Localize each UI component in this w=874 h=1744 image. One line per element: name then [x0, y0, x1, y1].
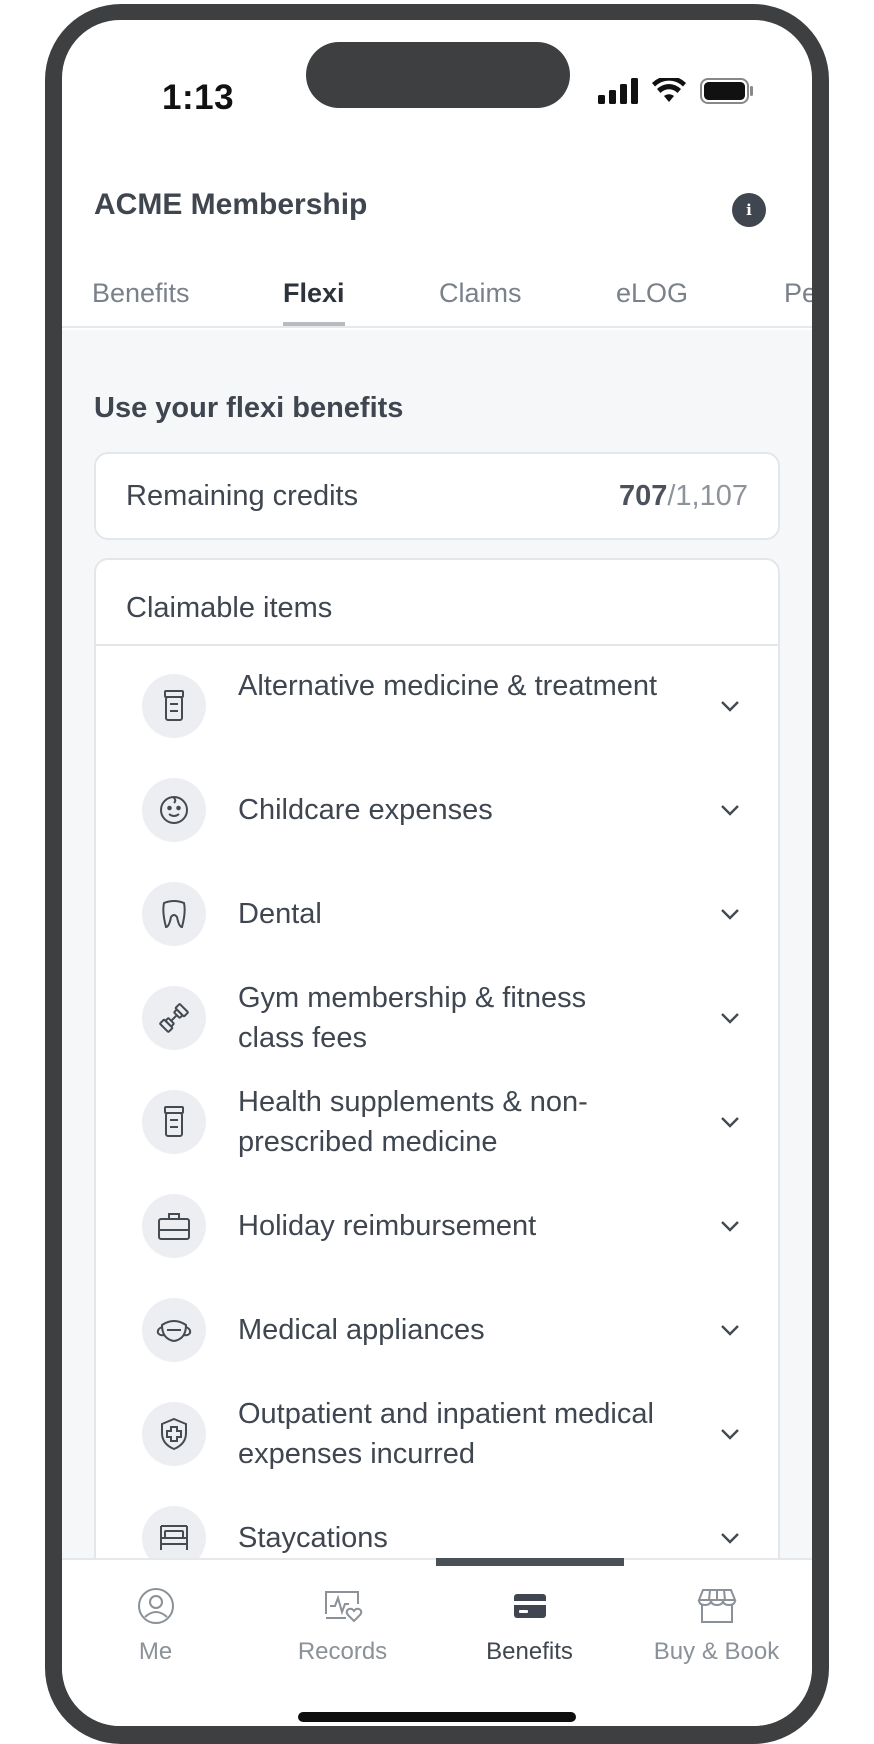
credits-remaining: 707 — [618, 480, 668, 512]
item-label: Alternative medicine & treatment — [238, 670, 658, 702]
chevron-down-icon[interactable] — [716, 692, 744, 720]
tab-elog[interactable]: eLOG — [616, 278, 688, 309]
pill-bottle-icon — [142, 1090, 206, 1154]
item-label: Health supplements & non-prescribed medi… — [238, 1086, 588, 1158]
credits-value: 707/1,107 — [619, 480, 748, 513]
tab-benefits[interactable]: Benefits — [92, 278, 190, 309]
flexi-content: Use your flexi benefits Remaining credit… — [62, 330, 812, 1658]
user-circle-icon — [62, 1584, 249, 1628]
list-item[interactable]: Dental — [96, 862, 778, 966]
nav-item-benefits[interactable]: Benefits — [436, 1584, 623, 1666]
item-label: Childcare expenses — [238, 794, 493, 826]
health-records-icon — [249, 1584, 436, 1628]
item-label: Holiday reimbursement — [238, 1210, 537, 1242]
face-mask-icon — [142, 1298, 206, 1362]
nav-item-me[interactable]: Me — [62, 1584, 249, 1666]
chevron-down-icon[interactable] — [716, 900, 744, 928]
credits-label: Remaining credits — [126, 480, 359, 512]
home-indicator[interactable] — [298, 1712, 576, 1722]
active-tab-indicator — [283, 322, 345, 326]
section-title: Use your flexi benefits — [94, 392, 404, 424]
tab-bar: Benefits Flexi Claims eLOG Pe — [62, 260, 812, 328]
nav-item-records[interactable]: Records — [249, 1584, 436, 1666]
chevron-down-icon[interactable] — [716, 1420, 744, 1448]
battery-icon — [700, 78, 753, 104]
tooth-icon — [142, 882, 206, 946]
list-item[interactable]: Medical appliances — [96, 1278, 778, 1382]
tab-more[interactable]: Pe — [784, 278, 812, 309]
dumbbell-icon — [142, 986, 206, 1050]
item-label: Medical appliances — [238, 1314, 485, 1346]
info-icon[interactable]: i — [732, 193, 766, 227]
item-label: Dental — [238, 898, 322, 930]
card-icon — [436, 1584, 623, 1628]
shield-cross-icon — [142, 1402, 206, 1466]
nav-label: Buy & Book — [653, 1638, 780, 1665]
tab-claims[interactable]: Claims — [439, 278, 522, 309]
status-icons — [598, 78, 754, 104]
chevron-down-icon[interactable] — [716, 1316, 744, 1344]
chevron-down-icon[interactable] — [716, 1524, 744, 1552]
nav-label: Records — [297, 1638, 388, 1665]
claimable-items-card: Claimable items Alternative medicine & t… — [94, 558, 780, 1658]
page-title: ACME Membership — [94, 188, 368, 221]
dynamic-island — [306, 42, 570, 108]
status-time: 1:13 — [162, 78, 235, 117]
wifi-icon — [652, 78, 686, 102]
list-item[interactable]: Holiday reimbursement — [96, 1174, 778, 1278]
item-label: Gym membership & fitness class fees — [238, 982, 587, 1054]
item-label: Outpatient and inpatient medical expense… — [238, 1398, 654, 1470]
list-item[interactable]: Outpatient and inpatient medical expense… — [96, 1382, 778, 1486]
baby-face-icon — [142, 778, 206, 842]
active-nav-indicator — [436, 1558, 624, 1566]
pill-bottle-icon — [142, 674, 206, 738]
claimable-title: Claimable items — [96, 560, 778, 646]
app-screen: 1:13 ACME Membership i Benefits Flexi Cl… — [62, 20, 812, 1726]
list-item[interactable]: Health supplements & non-prescribed medi… — [96, 1070, 778, 1174]
nav-label: Benefits — [486, 1638, 573, 1665]
chevron-down-icon[interactable] — [716, 1004, 744, 1032]
credits-total: /1,107 — [667, 480, 748, 512]
bottom-nav: Me Records Benefits Buy & Book — [62, 1558, 812, 1726]
store-icon — [623, 1584, 810, 1628]
cellular-signal-icon — [598, 78, 638, 104]
chevron-down-icon[interactable] — [716, 1108, 744, 1136]
chevron-down-icon[interactable] — [716, 796, 744, 824]
item-label: Staycations — [238, 1522, 388, 1554]
nav-label: Me — [138, 1638, 173, 1665]
list-item[interactable]: Childcare expenses — [96, 758, 778, 862]
tab-flexi[interactable]: Flexi — [283, 278, 345, 309]
chevron-down-icon[interactable] — [716, 1212, 744, 1240]
credits-card: Remaining credits 707/1,107 — [94, 452, 780, 540]
list-item[interactable]: Gym membership & fitness class fees — [96, 966, 778, 1070]
nav-item-buy-book[interactable]: Buy & Book — [623, 1584, 810, 1666]
suitcase-icon — [142, 1194, 206, 1258]
list-item[interactable]: Alternative medicine & treatment — [96, 654, 778, 758]
